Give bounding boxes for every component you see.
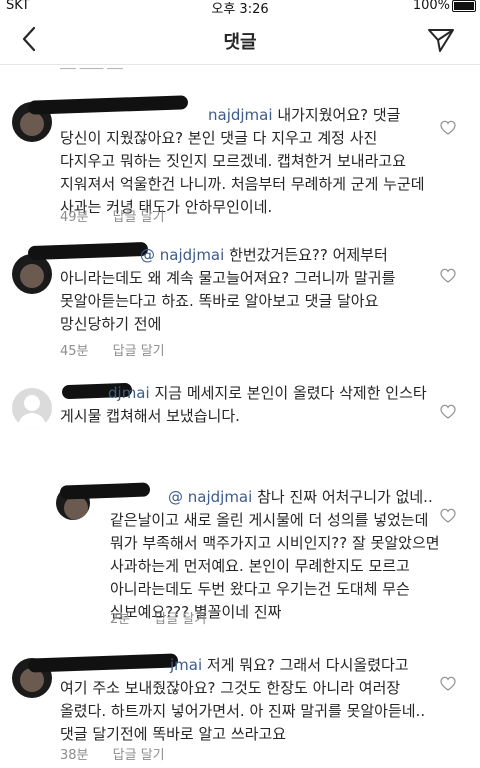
heart-icon[interactable] xyxy=(440,508,456,523)
comment-mention[interactable]: jmai xyxy=(170,656,202,674)
comment-mention[interactable]: @ najdjmai xyxy=(168,488,252,506)
comment-meta: 38분 답글 달기 xyxy=(60,744,165,763)
nav-bar: 댓글 xyxy=(0,14,480,65)
comment-meta: 2분 답글 달기 xyxy=(110,608,206,627)
comment-meta: 45분 답글 달기 xyxy=(60,340,165,359)
avatar[interactable] xyxy=(12,254,52,294)
comment-text: @ najdjmai 참나 진짜 어처구니가 없네.. 같은날이고 새로 올린 … xyxy=(110,486,440,624)
comment-mention[interactable]: djmai xyxy=(108,384,150,402)
reply-button[interactable]: 답글 달기 xyxy=(113,748,165,763)
comment-time: 45분 xyxy=(60,344,89,359)
comment-meta: 49분 답글 달기 xyxy=(60,206,165,225)
page-title: 댓글 xyxy=(223,32,257,53)
direct-send-icon[interactable] xyxy=(426,26,456,54)
comment-body: 참나 진짜 어처구니가 없네.. 같은날이고 새로 올린 게시물에 더 성의를 … xyxy=(110,488,440,621)
comment-time: 38분 xyxy=(60,748,89,763)
comment-text: jmai 저게 뭐요? 그래서 다시올렸다고 여기 주소 보내줬잖아요? 그것도… xyxy=(60,654,432,746)
heart-icon[interactable] xyxy=(440,268,456,283)
heart-icon[interactable] xyxy=(440,404,456,419)
comment-text: @ najdjmai 한번갔거든요?? 어제부터 아니라는데도 왜 계속 물고늘… xyxy=(60,244,432,336)
comment-text: najdjmai 내가지웠어요? 댓글 당신이 지웠잖아요? 본인 댓글 다 지… xyxy=(60,104,432,219)
comment-time: 49분 xyxy=(60,210,89,225)
battery-icon xyxy=(452,0,476,12)
heart-icon[interactable] xyxy=(440,676,456,691)
reply-button[interactable]: 답글 달기 xyxy=(154,612,206,627)
comment-mention[interactable]: najdjmai xyxy=(208,106,273,124)
reply-button[interactable]: 답글 달기 xyxy=(113,210,165,225)
partial-comment-meta: ── ─── ── xyxy=(60,62,124,70)
comment-body: 저게 뭐요? 그래서 다시올렸다고 여기 주소 보내줬잖아요? 그것도 한장도 … xyxy=(60,656,426,743)
comment-time: 2분 xyxy=(110,612,131,627)
battery-percent: 100% xyxy=(412,0,450,13)
status-bar: SKT 오후 3:26 100% xyxy=(0,0,480,17)
reply-button[interactable]: 답글 달기 xyxy=(113,344,165,359)
comment-mention[interactable]: @ najdjmai xyxy=(140,246,224,264)
comment-body: 한번갔거든요?? 어제부터 아니라는데도 왜 계속 물고늘어져요? 그러니까 말… xyxy=(60,246,396,333)
comment-text: djmai 지금 메세지로 본인이 올렸다 삭제한 인스타 게시물 캡쳐해서 보… xyxy=(60,382,432,428)
avatar[interactable] xyxy=(12,388,52,428)
heart-icon[interactable] xyxy=(440,120,456,135)
